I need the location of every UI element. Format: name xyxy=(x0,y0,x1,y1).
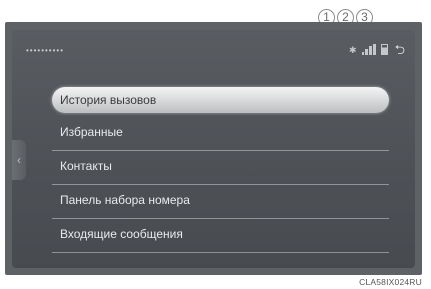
signal-strength-icon xyxy=(361,44,376,55)
menu-item-label: Панель набора номера xyxy=(60,193,190,207)
menu-item-dial-pad[interactable]: Панель набора номера xyxy=(52,185,389,219)
menu-item-label: История вызовов xyxy=(60,93,157,107)
menu-item-favorites[interactable]: Избранные xyxy=(52,117,389,151)
menu-item-contacts[interactable]: Контакты xyxy=(52,151,389,185)
menu-item-call-history[interactable]: История вызовов xyxy=(52,87,389,113)
chevron-left-icon: ‹ xyxy=(17,153,21,167)
menu-item-label: Избранные xyxy=(60,125,123,139)
phone-menu-screen: •••••••••• ✱ ⮌ ‹ История вызовов Избранн… xyxy=(12,30,415,268)
side-menu-tab[interactable]: ‹ xyxy=(12,140,26,180)
bluetooth-icon: ✱ xyxy=(349,45,357,55)
status-icons: ✱ ⮌ xyxy=(349,43,405,56)
menu-item-incoming-messages[interactable]: Входящие сообщения xyxy=(52,219,389,253)
connected-device-name: •••••••••• xyxy=(26,46,65,55)
figure-code: CLA58IX024RU xyxy=(359,277,422,287)
battery-icon xyxy=(380,44,388,55)
menu-item-label: Входящие сообщения xyxy=(60,227,183,241)
menu-item-label: Контакты xyxy=(60,159,112,173)
status-bar: •••••••••• ✱ ⮌ xyxy=(12,30,415,68)
back-icon[interactable]: ⮌ xyxy=(395,43,405,56)
phone-menu-list: История вызовов Избранные Контакты Панел… xyxy=(52,87,389,253)
